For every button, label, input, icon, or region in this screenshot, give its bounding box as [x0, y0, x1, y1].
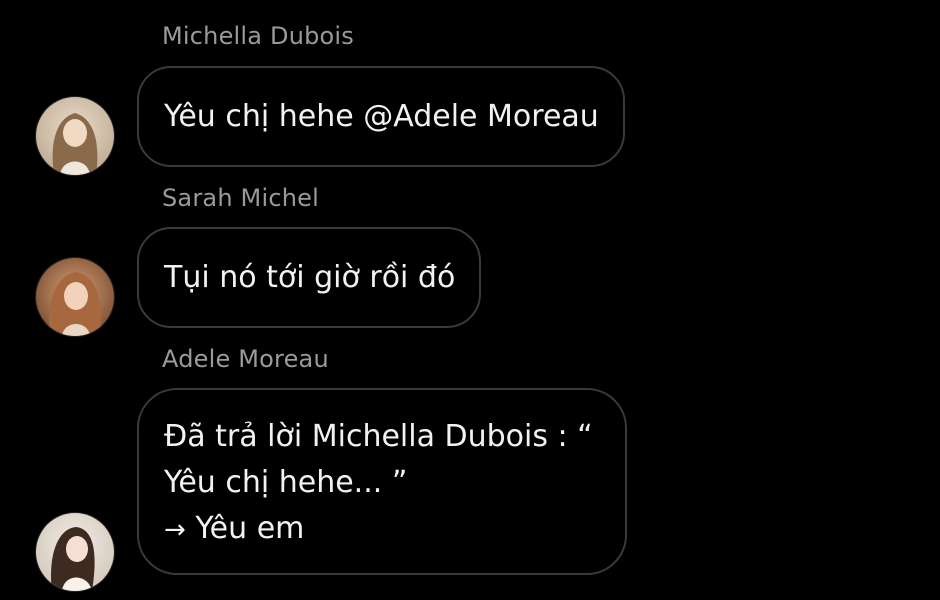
message-text: Tụi nó tới giờ rồi đó — [164, 260, 456, 295]
message-bubble-sarah[interactable]: Tụi nó tới giờ rồi đó — [137, 227, 482, 328]
reply-quote-line-1: Đã trả lời Michella Dubois : “ — [164, 419, 593, 454]
avatar-michella[interactable] — [35, 96, 115, 176]
message-text: Yêu chị hehe @Adele Moreau — [164, 99, 599, 134]
message-bubble-adele[interactable]: Đã trả lời Michella Dubois : “ Yêu chị h… — [137, 388, 627, 575]
sender-name-adele: Adele Moreau — [162, 345, 329, 373]
reply-message-line: → Yêu em — [164, 506, 593, 553]
avatar-sarah[interactable] — [35, 257, 115, 337]
reply-text: Yêu em — [195, 511, 305, 546]
reply-arrow-icon: → — [164, 515, 186, 545]
message-bubble-michella[interactable]: Yêu chị hehe @Adele Moreau — [137, 66, 625, 167]
avatar-adele[interactable] — [35, 512, 115, 592]
reply-quote-line-2: Yêu chị hehe... ” — [164, 465, 408, 500]
sender-name-michella: Michella Dubois — [162, 22, 354, 50]
sender-name-sarah: Sarah Michel — [162, 184, 319, 212]
